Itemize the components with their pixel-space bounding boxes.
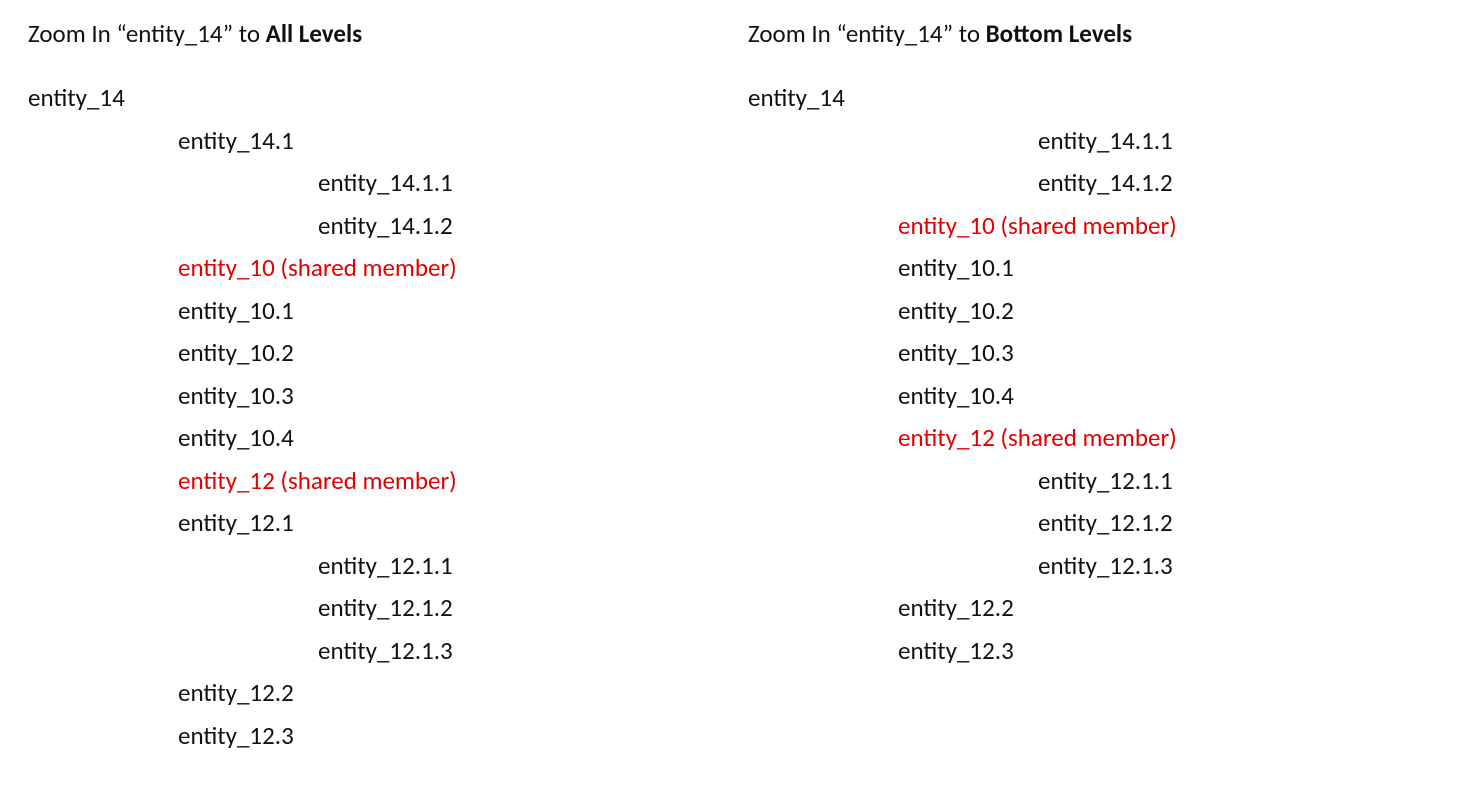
tree-item-label: entity_10.4 bbox=[178, 422, 294, 453]
tree-item-label: entity_14.1.1 bbox=[1038, 125, 1173, 156]
right-heading-bold: Bottom Levels bbox=[986, 18, 1132, 49]
tree-item-label: entity_12.2 bbox=[898, 592, 1014, 623]
tree-item: entity_14.1.1 bbox=[748, 120, 1428, 163]
tree-item-label: entity_10.3 bbox=[178, 380, 294, 411]
left-column: Zoom In “entity_14” to All Levels entity… bbox=[28, 18, 708, 757]
tree-item-shared: entity_10 (shared member) bbox=[748, 205, 1428, 248]
tree-item: entity_10.2 bbox=[28, 332, 708, 375]
tree-item-label: entity_14.1.2 bbox=[318, 210, 453, 241]
right-column: Zoom In “entity_14” to Bottom Levels ent… bbox=[748, 18, 1428, 757]
tree-item-shared: entity_12 (shared member) bbox=[748, 417, 1428, 460]
tree-item: entity_14.1.2 bbox=[748, 162, 1428, 205]
tree-item: entity_12.1.3 bbox=[748, 545, 1428, 588]
tree-item-label: entity_12.1.2 bbox=[318, 592, 453, 623]
tree-item-shared: entity_12 (shared member) bbox=[28, 460, 708, 503]
tree-item: entity_10.1 bbox=[748, 247, 1428, 290]
tree-item: entity_10.1 bbox=[28, 290, 708, 333]
right-heading-pre: Zoom In “entity_14” to bbox=[748, 18, 986, 49]
tree-item: entity_12.1.2 bbox=[28, 587, 708, 630]
right-tree: entity_14 entity_14.1.1 entity_14.1.2 en… bbox=[748, 77, 1428, 672]
tree-item-label: entity_14 bbox=[28, 82, 125, 113]
tree-item: entity_10.4 bbox=[28, 417, 708, 460]
tree-item: entity_12.1.3 bbox=[28, 630, 708, 673]
right-heading: Zoom In “entity_14” to Bottom Levels bbox=[748, 18, 1428, 49]
tree-item: entity_12.3 bbox=[748, 630, 1428, 673]
tree-item-label: entity_12 (shared member) bbox=[898, 422, 1177, 453]
tree-item: entity_10.3 bbox=[28, 375, 708, 418]
tree-item: entity_12.2 bbox=[28, 672, 708, 715]
tree-item: entity_12.1 bbox=[28, 502, 708, 545]
tree-item: entity_14.1 bbox=[28, 120, 708, 163]
tree-item-label: entity_12.3 bbox=[898, 635, 1014, 666]
tree-item-label: entity_12.2 bbox=[178, 677, 294, 708]
tree-item-label: entity_10.2 bbox=[898, 295, 1014, 326]
tree-item: entity_14 bbox=[748, 77, 1428, 120]
tree-item: entity_12.1.1 bbox=[748, 460, 1428, 503]
tree-item-label: entity_14 bbox=[748, 82, 845, 113]
tree-item: entity_10.3 bbox=[748, 332, 1428, 375]
tree-item-label: entity_12.1.2 bbox=[1038, 507, 1173, 538]
tree-item-label: entity_14.1.1 bbox=[318, 167, 453, 198]
left-tree: entity_14 entity_14.1 entity_14.1.1 enti… bbox=[28, 77, 708, 757]
tree-item-label: entity_12.1.3 bbox=[318, 635, 453, 666]
tree-item-label: entity_10.1 bbox=[898, 252, 1014, 283]
tree-item-label: entity_10.1 bbox=[178, 295, 294, 326]
tree-item-shared: entity_10 (shared member) bbox=[28, 247, 708, 290]
tree-item: entity_12.1.2 bbox=[748, 502, 1428, 545]
left-heading: Zoom In “entity_14” to All Levels bbox=[28, 18, 708, 49]
tree-item: entity_14.1.2 bbox=[28, 205, 708, 248]
tree-item-label: entity_10.4 bbox=[898, 380, 1014, 411]
tree-item: entity_10.4 bbox=[748, 375, 1428, 418]
tree-item: entity_12.2 bbox=[748, 587, 1428, 630]
tree-item-label: entity_10 (shared member) bbox=[178, 252, 457, 283]
tree-item-label: entity_12.1 bbox=[178, 507, 294, 538]
tree-item-label: entity_12.1.1 bbox=[1038, 465, 1173, 496]
tree-item-label: entity_12.1.1 bbox=[318, 550, 453, 581]
tree-item: entity_12.3 bbox=[28, 715, 708, 758]
tree-item: entity_10.2 bbox=[748, 290, 1428, 333]
tree-item-label: entity_12 (shared member) bbox=[178, 465, 457, 496]
tree-item-label: entity_10.3 bbox=[898, 337, 1014, 368]
tree-item-label: entity_10.2 bbox=[178, 337, 294, 368]
page: Zoom In “entity_14” to All Levels entity… bbox=[0, 0, 1473, 775]
tree-item: entity_14 bbox=[28, 77, 708, 120]
left-heading-bold: All Levels bbox=[266, 18, 362, 49]
tree-item-label: entity_14.1.2 bbox=[1038, 167, 1173, 198]
left-heading-pre: Zoom In “entity_14” to bbox=[28, 18, 266, 49]
tree-item: entity_12.1.1 bbox=[28, 545, 708, 588]
tree-item-label: entity_12.1.3 bbox=[1038, 550, 1173, 581]
tree-item-label: entity_10 (shared member) bbox=[898, 210, 1177, 241]
tree-item-label: entity_14.1 bbox=[178, 125, 294, 156]
tree-item: entity_14.1.1 bbox=[28, 162, 708, 205]
tree-item-label: entity_12.3 bbox=[178, 720, 294, 751]
